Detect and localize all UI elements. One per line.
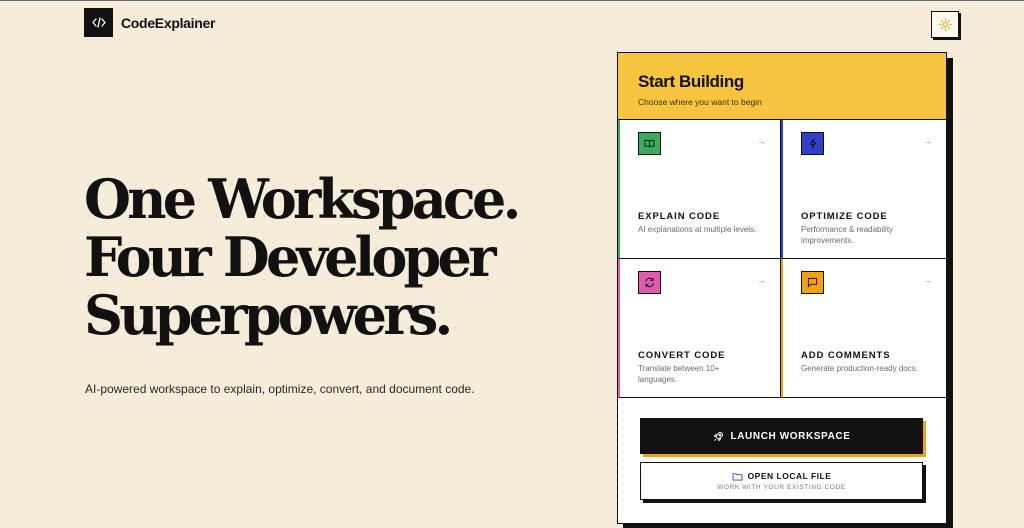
arrow-right-icon: →: [757, 136, 766, 146]
card-header: Start Building Choose where you want to …: [618, 53, 946, 120]
start-building-card: Start Building Choose where you want to …: [617, 52, 947, 524]
arrow-right-icon: →: [923, 136, 932, 146]
card-actions: LAUNCH WORKSPACE OPEN LOCAL FILE WORK WI…: [618, 398, 946, 500]
option-convert-code[interactable]: → CONVERT CODE Translate between 10+ lan…: [618, 259, 781, 398]
option-description: Generate production-ready docs.: [801, 364, 918, 373]
theme-toggle-button[interactable]: [931, 11, 959, 38]
open-local-file-button[interactable]: OPEN LOCAL FILE WORK WITH YOUR EXISTING …: [640, 462, 923, 500]
folder-icon: [732, 472, 743, 481]
option-title: CONVERT CODE: [638, 350, 726, 361]
hero-title-line: Four Developer: [84, 225, 497, 289]
brand-name: CodeExplainer: [121, 14, 216, 31]
comment-icon: [801, 271, 824, 294]
option-description: Translate between 10+ languages.: [638, 364, 720, 384]
option-title: OPTIMIZE CODE: [801, 211, 888, 222]
launch-workspace-button[interactable]: LAUNCH WORKSPACE: [640, 418, 923, 454]
option-optimize-code[interactable]: → OPTIMIZE CODE Performance & readabilit…: [781, 120, 946, 259]
hero-title: One Workspace. Four Developer Superpower…: [84, 170, 604, 344]
option-description: Performance & readability improvements.: [801, 225, 894, 245]
arrow-right-icon: →: [923, 275, 932, 285]
option-title: EXPLAIN CODE: [638, 211, 721, 222]
option-title: ADD COMMENTS: [801, 350, 891, 361]
lightning-icon: [801, 132, 824, 155]
options-grid: → EXPLAIN CODE AI explanations at multip…: [618, 120, 946, 398]
open-local-file-sublabel: WORK WITH YOUR EXISTING CODE: [717, 484, 846, 491]
hero-subtitle: AI-powered workspace to explain, optimiz…: [85, 382, 475, 396]
option-explain-code[interactable]: → EXPLAIN CODE AI explanations at multip…: [618, 120, 781, 259]
card-title: Start Building: [638, 72, 744, 91]
refresh-icon: [638, 271, 661, 294]
option-add-comments[interactable]: → ADD COMMENTS Generate production-ready…: [781, 259, 946, 398]
top-border: [0, 0, 1024, 1]
sun-icon: [938, 18, 952, 31]
hero-title-line: Superpowers.: [84, 283, 453, 347]
rocket-icon: [713, 431, 723, 441]
code-brackets-icon: [84, 8, 113, 37]
open-local-file-row: OPEN LOCAL FILE: [732, 471, 832, 481]
brand[interactable]: CodeExplainer: [84, 8, 215, 37]
open-local-file-label: OPEN LOCAL FILE: [747, 471, 832, 481]
option-description: AI explanations at multiple levels.: [638, 225, 757, 234]
arrow-right-icon: →: [757, 275, 766, 285]
book-icon: [638, 132, 661, 155]
hero-title-line: One Workspace.: [84, 167, 521, 231]
launch-workspace-label: LAUNCH WORKSPACE: [730, 430, 851, 442]
card-subtitle: Choose where you want to begin: [638, 97, 762, 107]
